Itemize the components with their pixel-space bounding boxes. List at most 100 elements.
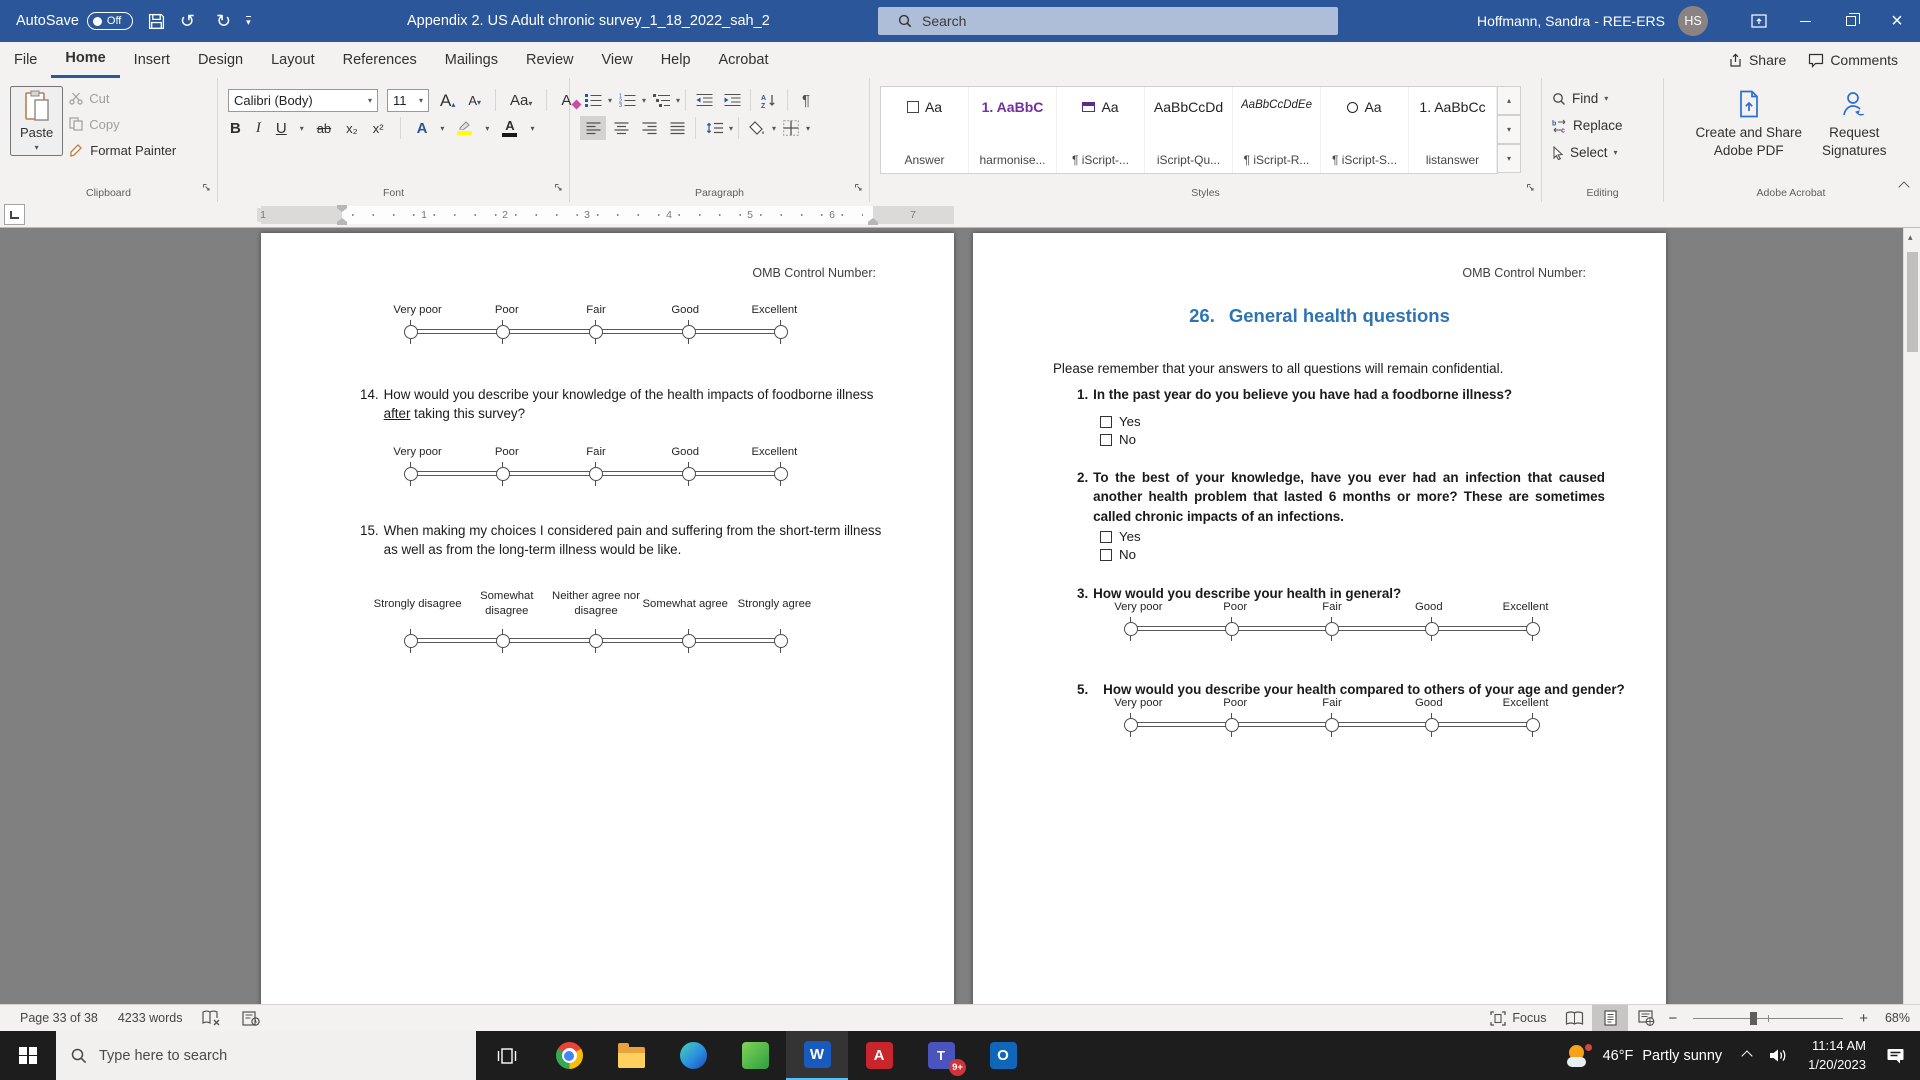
tab-help[interactable]: Help (647, 42, 705, 78)
chevron-down-icon[interactable]: ▾ (772, 124, 776, 133)
search-input[interactable] (922, 13, 1282, 29)
outlook-taskbar-icon[interactable]: O (972, 1031, 1034, 1080)
tab-design[interactable]: Design (184, 42, 257, 78)
zoom-level[interactable]: 68% (1872, 1011, 1910, 1025)
chevron-down-icon[interactable]: ▾ (608, 96, 612, 105)
text-effects-button[interactable]: A (415, 120, 430, 137)
zoom-slider[interactable] (1693, 1018, 1843, 1019)
change-case-button[interactable]: Aa▾ (508, 92, 534, 109)
chevron-down-icon[interactable]: ▾ (729, 124, 733, 133)
multilevel-list-button[interactable] (648, 88, 674, 112)
undo-button[interactable]: ↺▾ (180, 12, 201, 30)
teams-taskbar-icon[interactable]: T9+ (910, 1031, 972, 1080)
cut-button[interactable]: Cut (69, 86, 176, 110)
checkbox-icon[interactable] (1100, 531, 1112, 543)
decrease-indent-button[interactable] (691, 88, 717, 112)
volume-button[interactable] (1760, 1048, 1796, 1063)
page-34[interactable]: OMB Control Number: 26.General health qu… (973, 233, 1666, 1023)
word-count[interactable]: 4233 words (108, 1011, 193, 1025)
zoom-in-button[interactable]: + (1855, 1010, 1872, 1027)
align-left-button[interactable] (580, 116, 606, 140)
chevron-down-icon[interactable]: ▾ (642, 96, 646, 105)
tab-file[interactable]: File (0, 42, 51, 78)
style-card-harmonise[interactable]: 1. AaBbCharmonise... (969, 87, 1057, 173)
chrome-taskbar-icon[interactable] (538, 1031, 600, 1080)
document-canvas[interactable]: OMB Control Number: Very poor Poor Fair … (0, 228, 1920, 1004)
shading-button[interactable] (744, 116, 770, 140)
align-right-button[interactable] (636, 116, 662, 140)
style-card-iscript-s[interactable]: Aa¶ iScript-S... (1321, 87, 1409, 173)
show-hidden-icons-button[interactable] (1734, 1052, 1760, 1060)
chevron-down-icon[interactable]: ▾ (806, 124, 810, 133)
tab-mailings[interactable]: Mailings (431, 42, 512, 78)
weather-widget[interactable]: 46°F Partly sunny (1554, 1044, 1735, 1068)
bullets-button[interactable] (580, 88, 606, 112)
grow-font-button[interactable]: A▴ (438, 91, 457, 110)
scroll-up-icon[interactable]: ▴ (1908, 232, 1913, 243)
styles-scroll-down-button[interactable]: ▾ (1498, 115, 1521, 144)
scale-stop[interactable] (774, 634, 788, 648)
scale-stop[interactable] (1526, 718, 1540, 732)
paragraph-dialog-launcher[interactable] (854, 180, 864, 198)
chevron-down-icon[interactable]: ▾ (485, 124, 489, 133)
close-button[interactable]: × (1874, 0, 1920, 42)
superscript-button[interactable]: x² (371, 121, 386, 136)
scale-stop[interactable] (1425, 718, 1439, 732)
scale-stop[interactable] (1526, 622, 1540, 636)
tab-review[interactable]: Review (512, 42, 588, 78)
borders-button[interactable] (778, 116, 804, 140)
comments-button[interactable]: Comments (1808, 52, 1898, 68)
taskbar-search-input[interactable] (99, 1048, 419, 1064)
minimize-button[interactable] (1782, 0, 1828, 42)
select-button[interactable]: Select▾ (1552, 140, 1623, 165)
autosave-switch[interactable]: Off (87, 12, 133, 30)
file-explorer-taskbar-icon[interactable] (600, 1031, 662, 1080)
tab-references[interactable]: References (329, 42, 431, 78)
numbering-button[interactable]: 123 (614, 88, 640, 112)
proofing-errors-button[interactable] (192, 1010, 232, 1026)
checkbox-icon[interactable] (1100, 549, 1112, 561)
tab-view[interactable]: View (588, 42, 647, 78)
style-card-iscript[interactable]: Aa¶ iScript-... (1057, 87, 1145, 173)
chevron-down-icon[interactable]: ▾ (530, 124, 534, 133)
styles-scroll-up-button[interactable]: ▴ (1498, 86, 1521, 115)
page-33[interactable]: OMB Control Number: Very poor Poor Fair … (261, 233, 954, 1023)
chevron-down-icon[interactable]: ▾ (300, 124, 304, 133)
checkbox-icon[interactable] (1100, 416, 1112, 428)
scale-stop[interactable] (1124, 622, 1138, 636)
chevron-down-icon[interactable]: ▾ (440, 124, 444, 133)
font-color-button[interactable]: A (500, 118, 519, 138)
highlight-button[interactable] (455, 120, 474, 136)
green-app-taskbar-icon[interactable] (724, 1031, 786, 1080)
sort-button[interactable]: AZ (756, 88, 782, 112)
clock[interactable]: 11:14 AM 1/20/2023 (1796, 1037, 1878, 1073)
share-button[interactable]: Share (1728, 52, 1786, 68)
scale-stop[interactable] (496, 467, 510, 481)
scale-stop[interactable] (589, 325, 603, 339)
tab-layout[interactable]: Layout (257, 42, 329, 78)
tab-acrobat[interactable]: Acrobat (705, 42, 783, 78)
tab-insert[interactable]: Insert (120, 42, 184, 78)
scale-stop[interactable] (589, 467, 603, 481)
ribbon-display-options-button[interactable] (1736, 0, 1782, 42)
avatar[interactable]: HS (1678, 6, 1708, 36)
collapse-ribbon-button[interactable] (1900, 178, 1908, 196)
strikethrough-button[interactable]: ab (315, 121, 333, 136)
vertical-scrollbar[interactable]: ▴ (1903, 228, 1920, 1004)
scale-stop[interactable] (1225, 622, 1239, 636)
web-layout-button[interactable] (1628, 1005, 1664, 1031)
scale-stop[interactable] (1425, 622, 1439, 636)
style-card-listanswer[interactable]: 1. AaBbCclistanswer (1409, 87, 1497, 173)
style-card-iscript-r[interactable]: AaBbCcDdEe¶ iScript-R... (1233, 87, 1321, 173)
clipboard-dialog-launcher[interactable] (202, 180, 212, 198)
scale-stop[interactable] (1325, 622, 1339, 636)
restore-button[interactable] (1828, 0, 1874, 42)
format-painter-button[interactable]: Format Painter (69, 138, 176, 162)
justify-button[interactable] (664, 116, 690, 140)
shrink-font-button[interactable]: A▾ (466, 93, 483, 108)
scale-stop[interactable] (589, 634, 603, 648)
replace-button[interactable]: bcReplace (1552, 113, 1623, 138)
word-taskbar-icon[interactable]: W (786, 1031, 848, 1080)
save-button[interactable] (148, 13, 165, 30)
page-indicator[interactable]: Page 33 of 38 (10, 1011, 108, 1025)
